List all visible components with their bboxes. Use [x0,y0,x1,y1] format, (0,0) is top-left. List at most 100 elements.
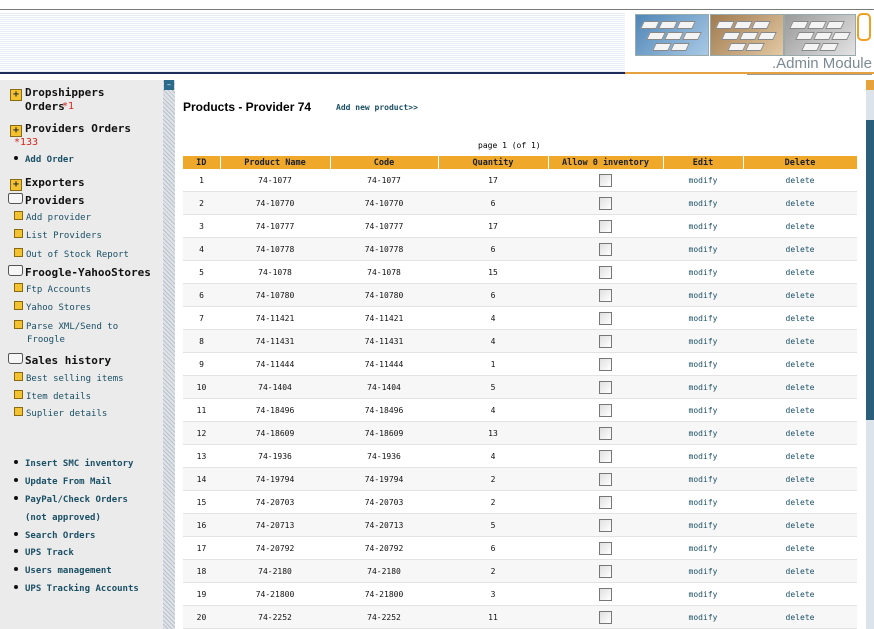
allow-zero-checkbox[interactable] [599,242,612,256]
plus-box-icon: + [10,179,22,191]
allow-zero-checkbox[interactable] [599,449,612,463]
modify-link[interactable]: modify [663,467,743,491]
delete-link[interactable]: delete [743,283,857,307]
sidebar-link-paypal-orders[interactable]: PayPal/Check Orders [14,495,128,505]
sidebar-sub-ftp-accounts[interactable]: Ftp Accounts [14,283,91,295]
sidebar-sub-out-of-stock[interactable]: Out of Stock Report [14,248,129,260]
delete-link[interactable]: delete [743,398,857,422]
allow-zero-checkbox[interactable] [599,426,612,440]
delete-link[interactable]: delete [743,329,857,353]
allow-zero-checkbox[interactable] [599,518,612,532]
delete-link[interactable]: delete [743,237,857,261]
modify-link[interactable]: modify [663,329,743,353]
cell-quantity: 6 [438,237,548,261]
allow-zero-checkbox[interactable] [599,334,612,348]
sidebar-sub-item-details[interactable]: Item details [14,390,91,402]
modify-link[interactable]: modify [663,306,743,330]
allow-zero-checkbox[interactable] [599,173,612,187]
column-header-product-name[interactable]: Product Name [220,156,331,169]
sidebar-item-froogle[interactable]: Froogle-YahooStores [8,265,151,279]
modify-link[interactable]: modify [663,536,743,560]
delete-link[interactable]: delete [743,191,857,215]
plus-box-icon: + [10,125,22,137]
modify-link[interactable]: modify [663,375,743,399]
modify-link[interactable]: modify [663,237,743,261]
sidebar-item-exporters[interactable]: + Exporters [10,176,85,191]
scroll-up-arrow-icon[interactable] [866,80,874,90]
allow-zero-checkbox[interactable] [599,564,612,578]
sidebar-link-users-management[interactable]: Users management [14,566,112,576]
delete-link[interactable]: delete [743,490,857,514]
modify-link[interactable]: modify [663,191,743,215]
modify-link[interactable]: modify [663,214,743,238]
column-header-quantity[interactable]: Quantity [438,156,549,169]
delete-link[interactable]: delete [743,536,857,560]
sidebar-sub-parse-xml[interactable]: Parse XML/Send to [14,320,118,332]
modify-link[interactable]: modify [663,490,743,514]
allow-zero-checkbox[interactable] [599,288,612,302]
scrollbar-thumb[interactable] [866,120,874,420]
sidebar-link-update-from-mail[interactable]: Update From Mail [14,477,112,487]
delete-link[interactable]: delete [743,169,857,192]
modify-link[interactable]: modify [663,605,743,629]
header-rule-dark [0,72,625,74]
allow-zero-checkbox[interactable] [599,587,612,601]
sidebar-sub-list-providers[interactable]: List Providers [14,229,102,241]
delete-link[interactable]: delete [743,421,857,445]
allow-zero-checkbox[interactable] [599,403,612,417]
modify-link[interactable]: modify [663,283,743,307]
sidebar-link-search-orders[interactable]: Search Orders [14,531,95,541]
delete-link[interactable]: delete [743,214,857,238]
allow-zero-checkbox[interactable] [599,472,612,486]
table-row: 2 74-10770 74-10770 6 modify delete [183,191,857,215]
allow-zero-checkbox[interactable] [599,196,612,210]
modify-link[interactable]: modify [663,169,743,192]
modify-link[interactable]: modify [663,398,743,422]
add-new-product-link[interactable]: Add new product>> [336,103,418,112]
modify-link[interactable]: modify [663,582,743,606]
sidebar-item-sales-history[interactable]: Sales history [8,353,111,367]
sidebar-item-providers-orders[interactable]: + Providers Orders [10,122,131,137]
sidebar-sub-add-provider[interactable]: Add provider [14,211,91,223]
allow-zero-checkbox[interactable] [599,495,612,509]
modify-link[interactable]: modify [663,352,743,376]
delete-link[interactable]: delete [743,306,857,330]
delete-link[interactable]: delete [743,444,857,468]
allow-zero-checkbox[interactable] [599,265,612,279]
sidebar-sub-yahoo-stores[interactable]: Yahoo Stores [14,301,91,313]
sidebar-link-not-approved[interactable]: (not approved) [25,513,101,523]
allow-zero-checkbox[interactable] [599,219,612,233]
modify-link[interactable]: modify [663,260,743,284]
delete-link[interactable]: delete [743,605,857,629]
column-header-code[interactable]: Code [330,156,439,169]
sidebar-sub-parse-xml-cont[interactable]: Froogle [27,335,65,345]
cell-product-name: 74-19794 [220,467,330,491]
column-header-allow-zero[interactable]: Allow 0 inventory [548,156,664,169]
allow-zero-checkbox[interactable] [599,380,612,394]
sidebar-sub-best-selling[interactable]: Best selling items [14,372,124,384]
sidebar-link-add-order[interactable]: Add Order [14,155,74,165]
modify-link[interactable]: modify [663,559,743,583]
delete-link[interactable]: delete [743,513,857,537]
modify-link[interactable]: modify [663,444,743,468]
allow-zero-checkbox[interactable] [599,311,612,325]
cell-quantity: 17 [438,169,548,192]
allow-zero-checkbox[interactable] [599,610,612,624]
modify-link[interactable]: modify [663,513,743,537]
delete-link[interactable]: delete [743,375,857,399]
sidebar-link-insert-smc[interactable]: Insert SMC inventory [14,459,133,469]
allow-zero-checkbox[interactable] [599,541,612,555]
sidebar-collapse-button[interactable]: – [164,80,174,90]
sidebar-item-providers[interactable]: Providers [8,193,85,207]
delete-link[interactable]: delete [743,582,857,606]
modify-link[interactable]: modify [663,421,743,445]
sidebar-link-ups-tracking-accounts[interactable]: UPS Tracking Accounts [14,584,139,594]
delete-link[interactable]: delete [743,559,857,583]
delete-link[interactable]: delete [743,467,857,491]
delete-link[interactable]: delete [743,260,857,284]
delete-link[interactable]: delete [743,352,857,376]
sidebar-link-ups-track[interactable]: UPS Track [14,548,74,558]
column-header-id[interactable]: ID [183,156,221,169]
sidebar-sub-suplier-details[interactable]: Suplier details [14,407,107,419]
allow-zero-checkbox[interactable] [599,357,612,371]
